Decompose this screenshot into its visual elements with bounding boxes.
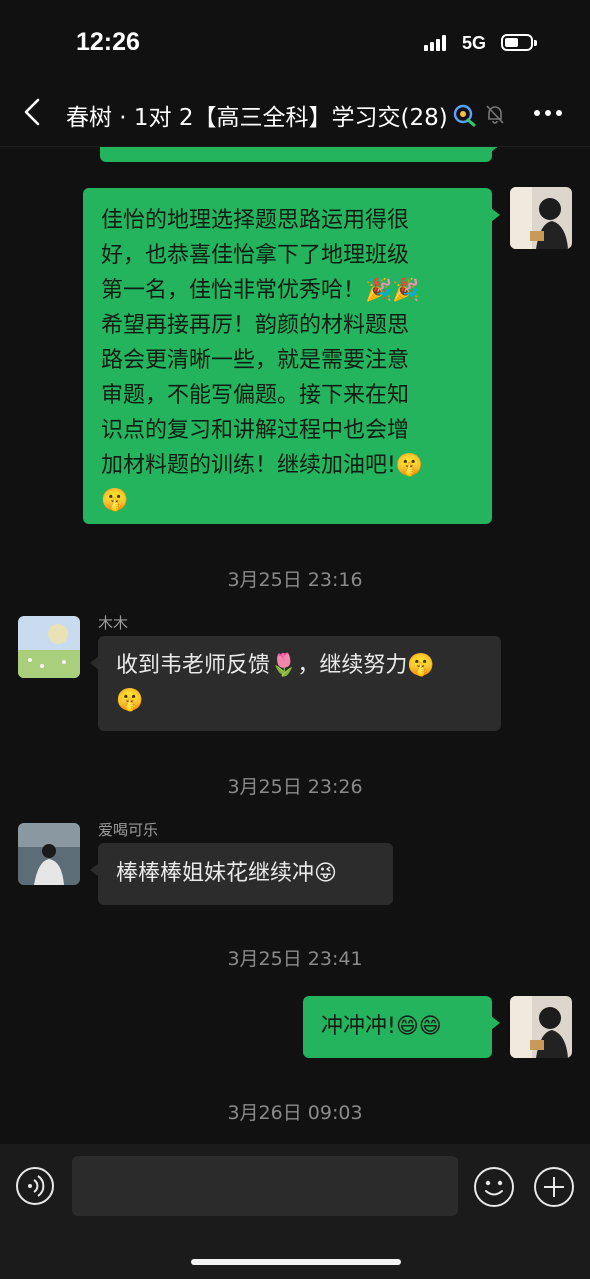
message-text: 冲冲冲!😄😄 xyxy=(321,1014,442,1039)
plus-icon[interactable] xyxy=(533,1166,575,1208)
network-type: 5G xyxy=(462,33,487,53)
input-bar xyxy=(0,1144,590,1279)
message-timestamp: 3月25日 23:16 xyxy=(227,569,363,591)
more-icon[interactable] xyxy=(530,98,566,128)
message-text: 棒棒棒姐妹花继续冲😜 xyxy=(116,861,337,886)
message-line: 好，也恭喜佳怡拿下了地理班级 xyxy=(101,243,410,268)
status-time: 12:26 xyxy=(76,28,140,56)
message-timestamp: 3月26日 09:03 xyxy=(227,1102,363,1124)
message-bubble-sent[interactable]: 佳怡的地理选择题思路运用得很 好，也恭喜佳怡拿下了地理班级 第一名，佳怡非常优秀… xyxy=(83,188,500,524)
message-line: 收到韦老师反馈🌷，继续努力🤫 xyxy=(116,653,435,678)
sender-avatar[interactable] xyxy=(18,823,80,885)
chat-title[interactable]: 春树 · 1对 2【高三全科】学习交(28) xyxy=(66,98,448,132)
message-timestamp: 3月25日 23:26 xyxy=(227,776,363,798)
message-bubble-sent[interactable]: 冲冲冲!😄😄 xyxy=(303,996,500,1058)
voice-icon[interactable] xyxy=(15,1166,55,1206)
bell-muted-icon xyxy=(486,105,504,124)
message-line: 希望再接再厉！韵颜的材料题思 xyxy=(101,313,410,338)
my-avatar[interactable] xyxy=(510,187,572,249)
message-line: 佳怡的地理选择题思路运用得很 xyxy=(101,208,410,233)
chevron-left-icon[interactable] xyxy=(18,94,48,130)
sender-avatar[interactable] xyxy=(18,616,80,678)
status-bar: 12:26 5G xyxy=(0,0,590,80)
my-avatar[interactable] xyxy=(510,996,572,1058)
message-line: 路会更清晰一些，就是需要注意 xyxy=(101,348,410,373)
home-indicator xyxy=(191,1259,401,1265)
message-line: 🤫 xyxy=(101,488,129,513)
emoji-icon[interactable] xyxy=(473,1166,515,1208)
message-line: 加材料题的训练！继续加油吧!🤫 xyxy=(101,453,424,478)
battery-icon xyxy=(501,34,537,51)
cellular-signal-icon xyxy=(424,35,452,51)
message-bubble-received[interactable]: 收到韦老师反馈🌷，继续努力🤫 🤫 xyxy=(90,636,501,731)
message-line: 识点的复习和讲解过程中也会增 xyxy=(101,418,410,443)
message-input[interactable] xyxy=(72,1156,458,1216)
message-line: 🤫 xyxy=(116,688,144,713)
chat-header: 春树 · 1对 2【高三全科】学习交(28) xyxy=(0,84,590,147)
sender-name: 爱喝可乐 xyxy=(98,821,159,839)
message-line: 第一名，佳怡非常优秀哈！🎉🎉 xyxy=(101,278,420,303)
group-members-icon[interactable] xyxy=(452,102,478,128)
message-timestamp: 3月25日 23:41 xyxy=(227,948,363,970)
message-line: 审题，不能写偏题。接下来在知 xyxy=(101,383,410,408)
sender-name: 木木 xyxy=(98,614,129,632)
message-bubble-received[interactable]: 棒棒棒姐妹花继续冲😜 xyxy=(90,843,393,905)
